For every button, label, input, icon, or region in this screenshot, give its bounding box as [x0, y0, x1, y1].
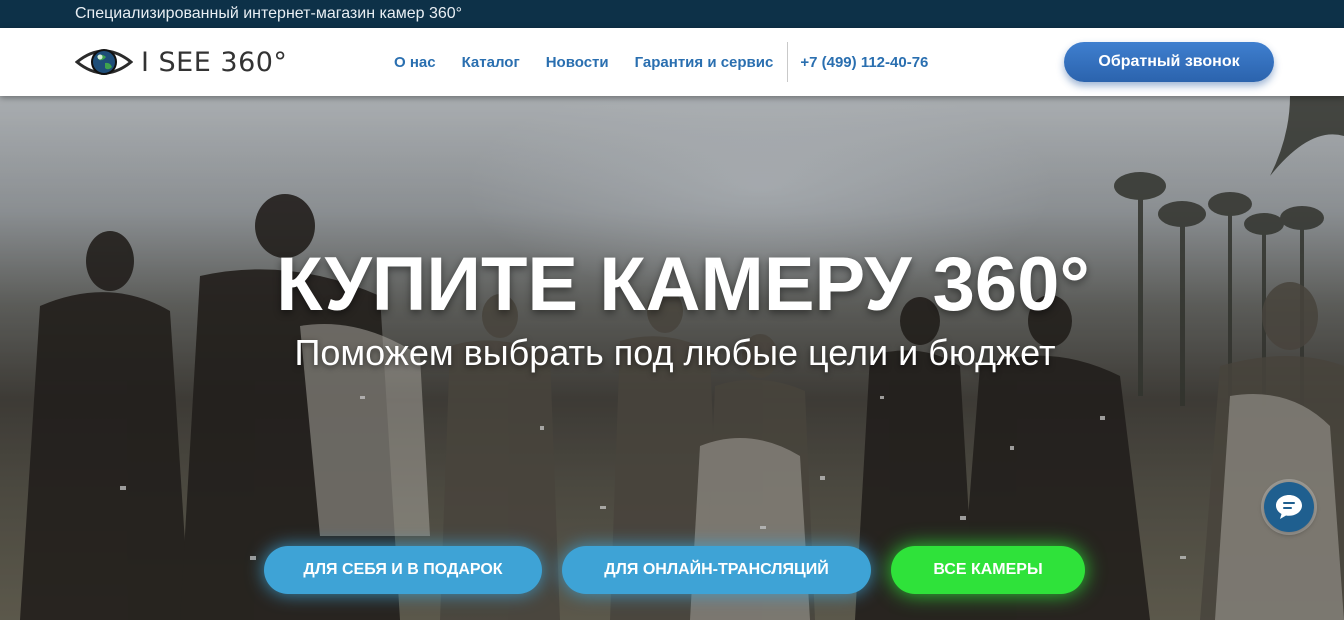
- chat-widget-button[interactable]: [1264, 482, 1314, 532]
- phone-link[interactable]: +7 (499) 112-40-76: [800, 54, 928, 71]
- nav-item-news[interactable]: Новости: [546, 54, 609, 71]
- site-header: I SEE 360° О нас Каталог Новости Гаранти…: [0, 28, 1344, 96]
- hero-title: КУПИТЕ КАМЕРУ 360°: [276, 242, 1090, 327]
- main-navigation: О нас Каталог Новости Гарантия и сервис …: [394, 28, 928, 96]
- cta-gift-button[interactable]: ДЛЯ СЕБЯ И В ПОДАРОК: [264, 546, 542, 594]
- nav-item-about[interactable]: О нас: [394, 54, 436, 71]
- cta-streaming-button[interactable]: ДЛЯ ОНЛАЙН-ТРАНСЛЯЦИЙ: [562, 546, 871, 594]
- nav-item-catalog[interactable]: Каталог: [462, 54, 520, 71]
- eye-logo-icon: [75, 49, 133, 75]
- logo-text: I SEE 360°: [141, 46, 288, 78]
- chat-bubble-icon: [1276, 495, 1302, 519]
- site-logo[interactable]: I SEE 360°: [75, 44, 287, 80]
- nav-item-warranty[interactable]: Гарантия и сервис: [635, 54, 774, 71]
- callback-button[interactable]: Обратный звонок: [1064, 42, 1274, 82]
- cta-all-cameras-button[interactable]: ВСЕ КАМЕРЫ: [891, 546, 1085, 594]
- top-announcement-bar: Специализированный интернет-магазин каме…: [0, 0, 1344, 28]
- hero-subtitle: Поможем выбрать под любые цели и бюджет: [294, 332, 1056, 373]
- announcement-text: Специализированный интернет-магазин каме…: [75, 5, 463, 22]
- hero-banner: КУПИТЕ КАМЕРУ 360° Поможем выбрать под л…: [0, 96, 1344, 620]
- nav-divider: [787, 42, 789, 82]
